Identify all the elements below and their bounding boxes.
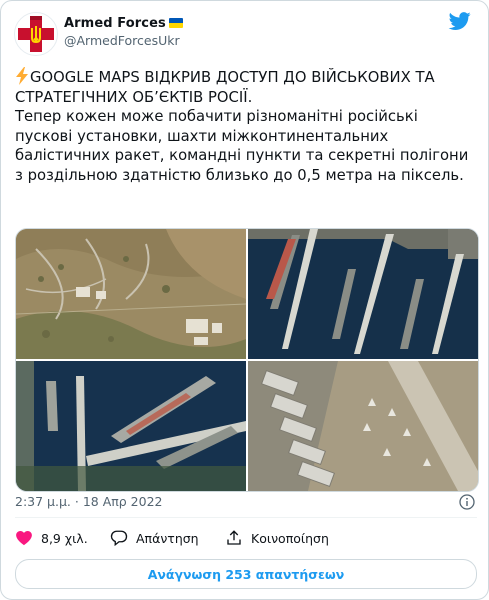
ukraine-flag-icon [168,18,183,28]
share-icon [227,530,241,545]
twitter-bird-icon[interactable] [448,10,472,32]
display-name[interactable]: Armed Forces [64,15,183,32]
tweet-headline: GOOGLE MAPS ВІДКРИВ ДОСТУП ДО ВІЙСЬКОВИХ… [15,69,435,106]
tweet-timestamp[interactable]: 2:37 μ.μ. · 18 Απρ 2022 [15,494,163,509]
read-replies-button[interactable]: Ανάγνωση 253 απαντήσεων [15,559,477,589]
account-handle[interactable]: @ArmedForcesUkr [64,32,183,50]
naval-piers-satellite-image[interactable] [248,229,478,359]
share-button[interactable]: Κοινοποίηση [225,529,329,547]
tweet-body: Тепер кожен може побачити різноманітні р… [15,108,469,184]
reply-bubble-icon [110,530,128,547]
lightning-icon [16,67,28,85]
heart-icon [16,530,32,546]
like-count: 8,9 χιλ. [41,530,88,546]
share-label: Κοινοποίηση [251,530,329,546]
like-button[interactable]: 8,9 χιλ. [15,529,88,547]
display-name-text[interactable]: Armed Forces [64,16,166,31]
tweet-actions: 8,9 χιλ. Απάντηση Κοινοποίηση [15,525,477,553]
tweet-header: Armed Forces @ArmedForcesUkr [14,10,476,58]
info-icon[interactable] [459,494,475,510]
account-names: Armed Forces @ArmedForcesUkr [64,15,183,50]
ukraine-armed-forces-emblem-icon [18,16,54,52]
launch-site-satellite-image[interactable] [16,229,246,359]
avatar[interactable] [14,12,58,56]
tweet-card: Armed Forces @ArmedForcesUkr GOOGLE MAPS… [0,0,489,600]
tweet-text: GOOGLE MAPS ВІДКРИВ ДОСТУП ДО ВІЙСЬКОВИХ… [15,67,477,185]
divider [15,517,477,518]
airfield-hangars-satellite-image[interactable] [248,361,478,491]
media-grid [15,228,479,492]
warships-harbor-satellite-image[interactable] [16,361,246,491]
reply-button[interactable]: Απάντηση [110,529,199,547]
reply-label: Απάντηση [136,530,199,546]
